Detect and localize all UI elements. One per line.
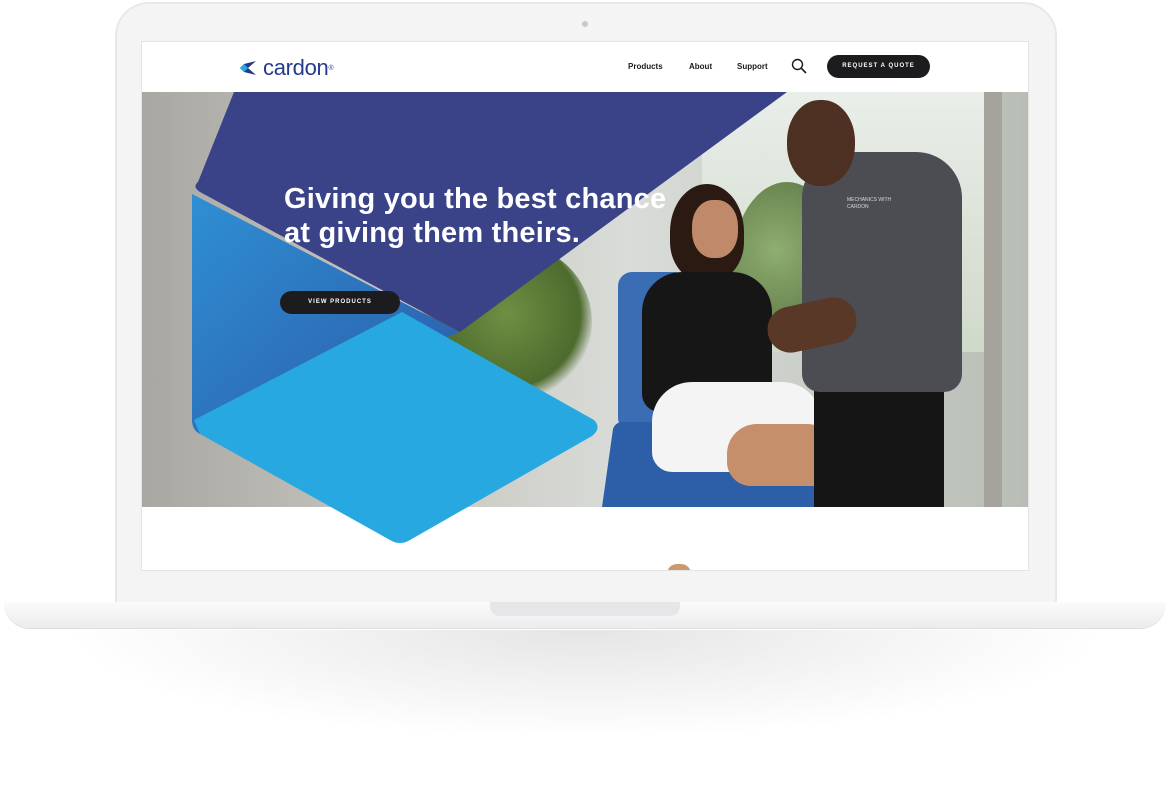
laptop-screen: MECHANICS WITH CARDON Giving you the bes… [142,42,1028,570]
site-header: cardon ® Products About Support REQUEST … [142,42,1028,92]
hero-headline-line2: at giving them theirs. [284,217,581,249]
logo-text: cardon [263,55,329,80]
hero-brand-shapes [192,92,787,543]
laptop-shadow [60,630,1110,740]
hero-headline: Giving you the best chance at giving the… [284,182,724,250]
laptop-notch [490,602,680,616]
hero-headline-line1: Giving you the best chance [284,183,667,215]
cardon-logo-icon [240,61,256,75]
logo-registered-mark: ® [328,64,334,72]
nav-support[interactable]: Support [737,62,768,71]
nav-products[interactable]: Products [628,62,663,71]
view-products-button[interactable]: VIEW PRODUCTS [280,291,400,314]
search-icon[interactable] [791,58,807,74]
cardon-logo[interactable]: cardon ® [238,55,334,81]
camera-dot [582,21,588,27]
nav-about[interactable]: About [689,62,712,71]
request-quote-button[interactable]: REQUEST A QUOTE [827,55,930,78]
